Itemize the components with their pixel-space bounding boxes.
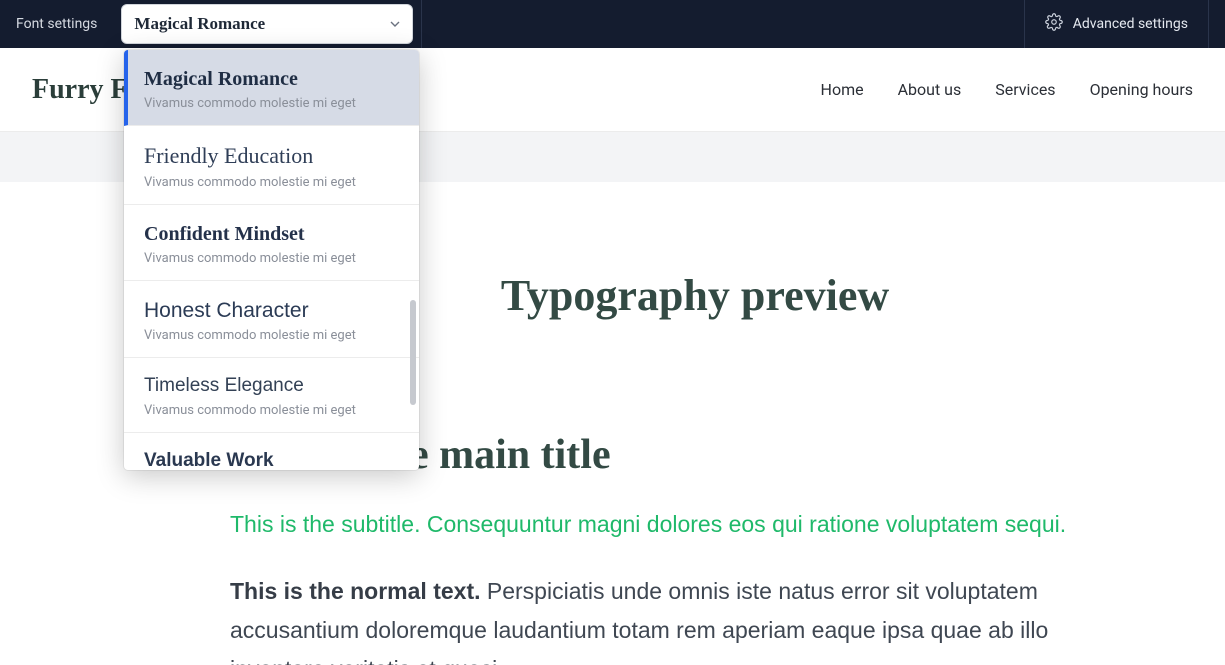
preview-body-strong: This is the normal text. [230, 578, 481, 604]
dropdown-scrollbar-thumb[interactable] [410, 300, 416, 405]
font-option-title: Magical Romance [144, 66, 399, 92]
font-option-sample: Vivamus commodo molestie mi eget [144, 175, 399, 190]
nav-item-about-us[interactable]: About us [898, 80, 962, 99]
font-option-confident-mindset[interactable]: Confident Mindset Vivamus commodo molesti… [124, 205, 419, 281]
font-option-title: Valuable Work [144, 449, 399, 470]
font-option-title: Confident Mindset [144, 221, 399, 247]
top-toolbar: Font settings Magical Romance Advanced s… [0, 0, 1225, 48]
font-option-title: Friendly Education [144, 142, 399, 171]
font-option-magical-romance[interactable]: Magical Romance Vivamus commodo molestie … [124, 50, 419, 126]
font-dropdown[interactable]: Magical Romance Vivamus commodo molestie … [124, 50, 419, 470]
font-option-sample: Vivamus commodo molestie mi eget [144, 403, 399, 418]
nav-item-services[interactable]: Services [995, 80, 1055, 99]
advanced-settings-button[interactable]: Advanced settings [1025, 0, 1208, 48]
font-option-title: Honest Character [144, 297, 399, 324]
nav-item-home[interactable]: Home [821, 80, 864, 99]
preview-body-text: This is the normal text. Perspiciatis un… [230, 572, 1100, 665]
font-select[interactable]: Magical Romance [121, 4, 413, 44]
site-nav: Home About us Services Opening hours [821, 80, 1193, 99]
font-option-title: Timeless Elegance [144, 374, 399, 399]
font-option-sample: Vivamus commodo molestie mi eget [144, 328, 399, 343]
gear-icon [1045, 13, 1063, 35]
font-option-honest-character[interactable]: Honest Character Vivamus commodo molestie… [124, 281, 419, 358]
font-option-sample: Vivamus commodo molestie mi eget [144, 251, 399, 266]
font-option-timeless-elegance[interactable]: Timeless Elegance Vivamus commodo molesti… [124, 358, 419, 433]
preview-subtitle: This is the subtitle. Consequuntur magni… [230, 507, 1100, 542]
chevron-down-icon [390, 19, 400, 29]
font-option-valuable-work[interactable]: Valuable Work [124, 433, 419, 470]
advanced-settings-label: Advanced settings [1073, 16, 1188, 32]
font-settings-label: Font settings [0, 0, 113, 48]
preview-main-title: e main title [410, 431, 1100, 479]
font-option-friendly-education[interactable]: Friendly Education Vivamus commodo molest… [124, 126, 419, 205]
font-option-sample: Vivamus commodo molestie mi eget [144, 96, 399, 111]
nav-item-opening-hours[interactable]: Opening hours [1090, 80, 1193, 99]
toolbar-divider [421, 0, 422, 48]
toolbar-divider [1208, 0, 1209, 48]
font-select-value: Magical Romance [134, 14, 265, 34]
